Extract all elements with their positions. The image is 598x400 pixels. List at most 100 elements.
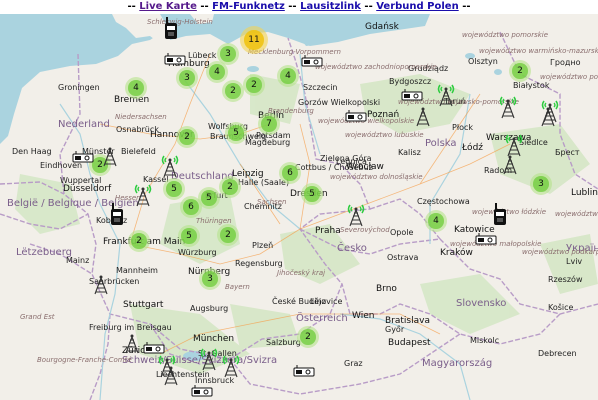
map-label: Szczecin (303, 83, 338, 92)
map-view[interactable]: Schleswig-Holstein Lübeck Hamburg Mecklenbu… (0, 14, 598, 400)
map-label: Linz (310, 297, 326, 306)
map-label: Brno (376, 284, 397, 294)
mobile-radio-icon[interactable] (191, 382, 213, 400)
cluster-marker[interactable]: 2 (222, 80, 244, 102)
map-label: województwo zachodniopomorskie (315, 63, 437, 71)
map-label: Брест (555, 148, 580, 157)
cluster-marker[interactable]: 2 (509, 60, 531, 82)
map-label: Sachsen (257, 198, 287, 206)
map-label: województwo lubelskie (555, 210, 598, 218)
cluster-marker[interactable]: 4 (277, 65, 299, 87)
map-label: Győr (385, 325, 405, 334)
handheld-radio-icon[interactable] (164, 17, 178, 43)
mobile-radio-icon[interactable] (293, 362, 315, 381)
cluster-marker[interactable]: 3 (530, 173, 552, 195)
cluster-count: 4 (280, 68, 296, 84)
cluster-marker[interactable]: 4 (125, 77, 147, 99)
cluster-marker[interactable]: 2 (219, 176, 241, 198)
mobile-radio-icon[interactable] (72, 148, 94, 167)
map-label: Salzburg (266, 338, 301, 347)
cluster-marker[interactable]: 2 (176, 126, 198, 148)
map-label: München (193, 334, 235, 344)
handheld-radio-icon[interactable] (110, 203, 124, 229)
map-label: Budapest (388, 338, 431, 348)
active-tower-icon[interactable] (345, 201, 367, 231)
map-label: Plzeň (252, 241, 274, 250)
tower-icon[interactable] (412, 101, 434, 131)
cluster-marker[interactable]: 7 (258, 113, 280, 135)
cluster-marker[interactable]: 4 (425, 210, 447, 232)
map-label: województwo łódzkie (472, 208, 547, 216)
mobile-radio-icon[interactable] (475, 230, 497, 249)
map-label: Stuttgart (123, 300, 164, 310)
cluster-marker[interactable]: 5 (178, 225, 200, 247)
cluster-count: 3 (220, 46, 236, 62)
cluster-marker[interactable]: 6 (279, 162, 301, 184)
cluster-marker[interactable]: 5 (225, 122, 247, 144)
map-label: Opole (390, 228, 414, 237)
active-tower-icon[interactable] (132, 181, 154, 211)
cluster-count: 3 (202, 271, 218, 287)
cluster-count: 2 (220, 227, 236, 243)
cluster-count: 5 (166, 181, 182, 197)
tower-icon[interactable] (537, 101, 559, 131)
nav-separator: -- (364, 1, 373, 12)
nav-link-live-karte[interactable]: Live Karte (139, 1, 197, 12)
tower-icon[interactable] (160, 360, 182, 390)
cluster-marker[interactable]: 2 (243, 74, 265, 96)
nav-link-lausitzlink[interactable]: Lausitzlink (300, 1, 361, 12)
cluster-marker[interactable]: 5 (198, 187, 220, 209)
map-label: Osnabrück (116, 125, 159, 134)
cluster-count: 2 (179, 129, 195, 145)
map-label: Schleswig-Holstein (147, 18, 213, 26)
map-label: Slovensko (456, 298, 507, 309)
map-label: Österreich (296, 313, 348, 324)
nav-link-fm-funknetz[interactable]: FM-Funknetz (212, 1, 285, 12)
map-label: Ostrava (387, 253, 419, 262)
nav-separator: -- (127, 1, 136, 12)
cluster-marker[interactable]: 3 (199, 268, 221, 290)
tower-icon[interactable] (90, 269, 112, 299)
map-label: województwo lubuskie (345, 131, 424, 139)
nav-link-verbund-polen[interactable]: Verbund Polen (376, 1, 458, 12)
map-label: Lviv (566, 257, 583, 266)
map-label: Łódź (462, 143, 484, 153)
map-label: Regensburg (235, 259, 283, 268)
cluster-count: 5 (181, 228, 197, 244)
mobile-radio-icon[interactable] (345, 107, 367, 126)
cluster-count: 4 (209, 64, 225, 80)
mobile-radio-icon[interactable] (301, 52, 323, 71)
map-label: Częstochowa (417, 197, 470, 206)
tower-icon[interactable] (499, 149, 521, 179)
cluster-marker[interactable]: 4 (206, 61, 228, 83)
map-label: Bayern (225, 283, 250, 291)
cluster-marker[interactable]: 3 (176, 67, 198, 89)
active-tower-icon[interactable] (497, 93, 519, 123)
map-label: Niedersachsen (115, 113, 167, 121)
map-label: Wuppertal (60, 176, 102, 185)
active-tower-icon[interactable] (198, 345, 220, 375)
map-label: Praha (315, 226, 341, 236)
map-label: Graz (344, 359, 363, 368)
cluster-count: 2 (246, 77, 262, 93)
active-tower-icon[interactable] (220, 352, 242, 382)
cluster-marker[interactable]: 2 (217, 224, 239, 246)
cluster-count: 2 (222, 179, 238, 195)
active-tower-icon[interactable] (435, 81, 457, 111)
cluster-marker[interactable]: 5 (301, 183, 323, 205)
mobile-radio-icon[interactable] (164, 50, 186, 69)
map-label: Mannheim (116, 266, 158, 275)
tower-icon[interactable] (121, 328, 143, 358)
handheld-radio-icon[interactable] (493, 203, 507, 229)
tower-icon[interactable] (99, 141, 121, 171)
map-label: Mainz (66, 256, 90, 265)
cluster-marker[interactable]: 11 (240, 26, 268, 54)
map-label: Rzeszów (548, 275, 583, 284)
map-label: województwo pomorskie (462, 31, 549, 39)
nav-separator: -- (288, 1, 297, 12)
active-tower-icon[interactable] (159, 152, 181, 182)
cluster-marker[interactable]: 2 (128, 230, 150, 252)
cluster-marker[interactable]: 2 (297, 326, 319, 348)
map-label: Augsburg (190, 304, 229, 313)
map-label: Bourgogne-Franche-Comté (37, 356, 132, 364)
